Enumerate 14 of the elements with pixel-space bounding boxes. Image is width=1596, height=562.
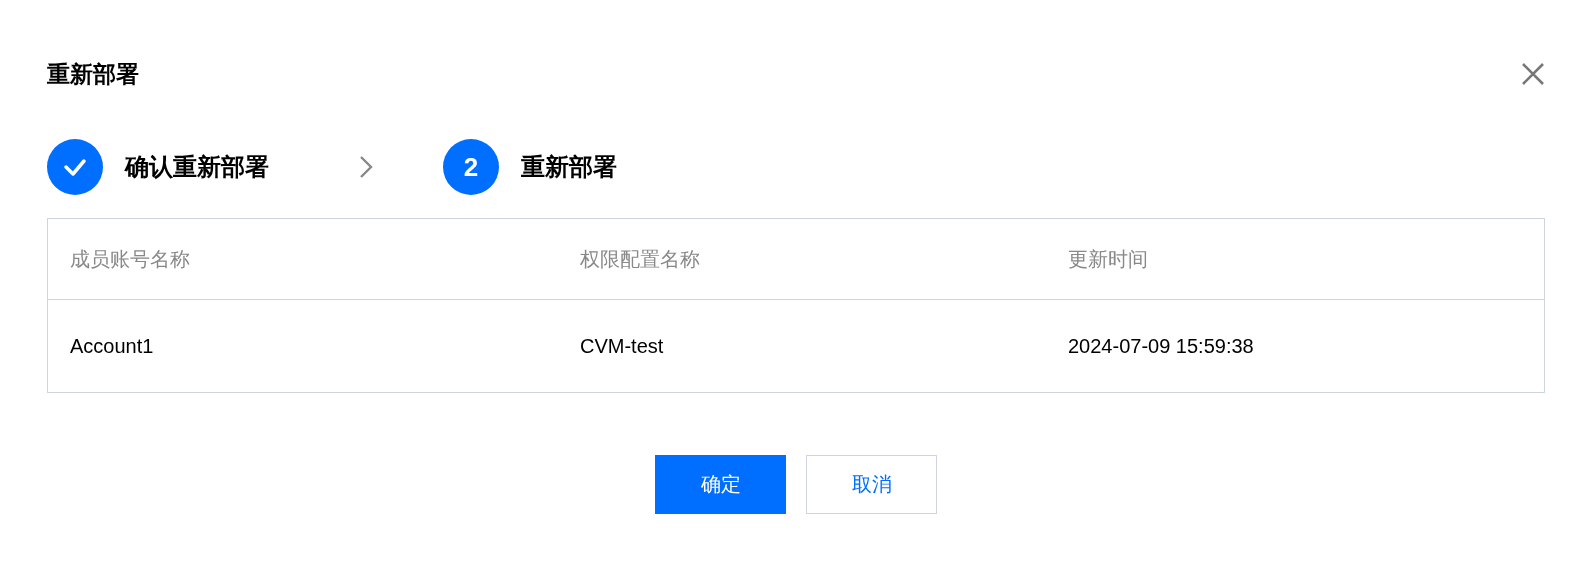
step-number: 2 <box>443 139 499 195</box>
chevron-icon <box>359 155 373 179</box>
step-label: 重新部署 <box>521 152 617 182</box>
column-header: 成员账号名称 <box>47 218 558 300</box>
table-cell: Account1 <box>47 299 558 393</box>
column-header: 权限配置名称 <box>558 218 1046 300</box>
cancel-button[interactable]: 取消 <box>806 455 937 514</box>
table-cell: CVM-test <box>558 299 1046 393</box>
table-cell: 2024-07-09 15:59:38 <box>1046 299 1545 393</box>
close-icon[interactable] <box>1521 62 1545 86</box>
confirm-button[interactable]: 确定 <box>655 455 786 514</box>
column-header: 更新时间 <box>1046 218 1545 300</box>
dialog-title: 重新部署 <box>47 59 139 89</box>
step-label: 确认重新部署 <box>125 152 269 182</box>
